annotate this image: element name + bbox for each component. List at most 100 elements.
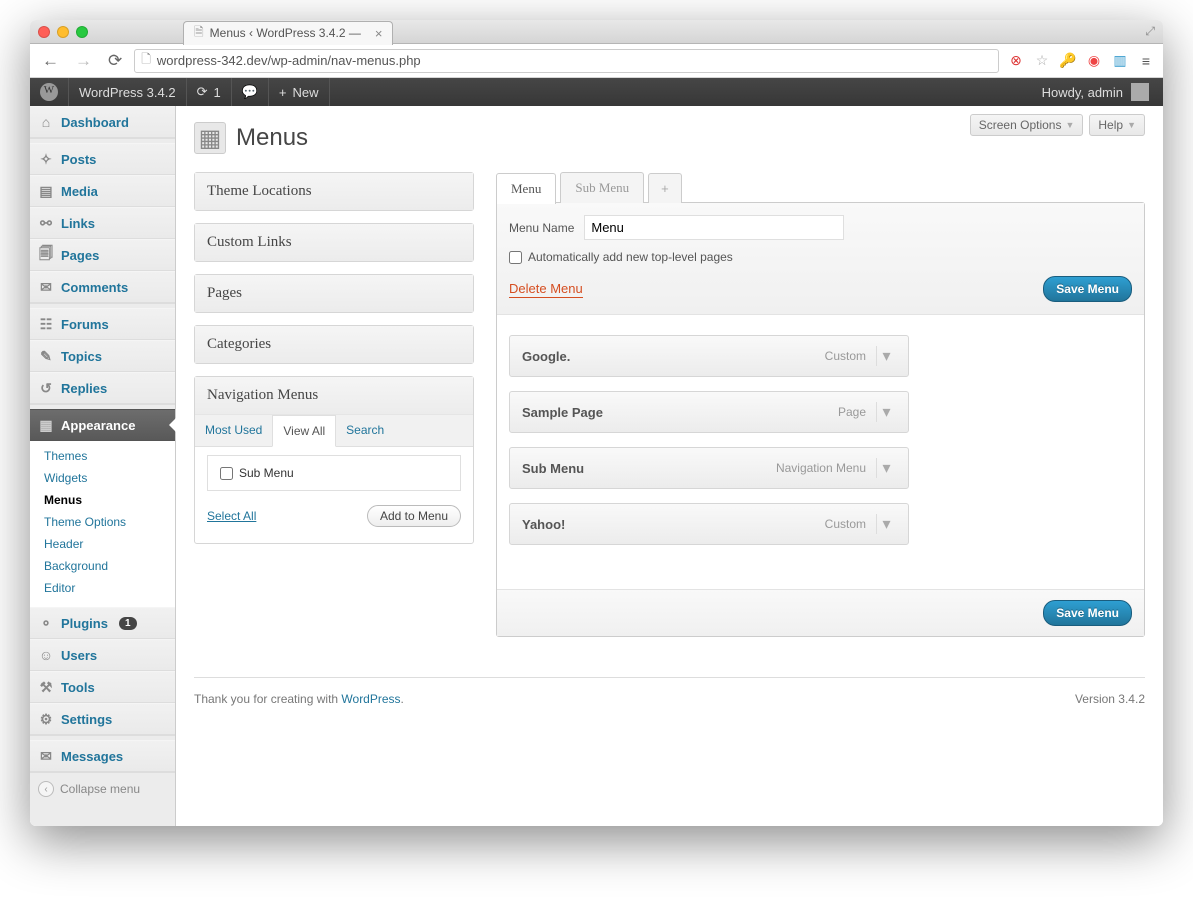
tab-menu[interactable]: Menu [496, 173, 556, 204]
auto-add-checkbox[interactable] [509, 251, 522, 264]
plus-icon: + [279, 85, 287, 100]
ext-icon-3[interactable]: ◉ [1085, 52, 1103, 70]
submenu-background[interactable]: Background [30, 555, 175, 577]
admin-footer: Thank you for creating with WordPress. V… [194, 677, 1145, 724]
sidebar-item-links[interactable]: ⚯Links [30, 207, 175, 239]
gear-icon: ⚙ [38, 711, 54, 727]
chevron-down-icon[interactable]: ▾ [876, 402, 896, 422]
media-icon: ▤ [38, 183, 54, 199]
reload-button[interactable]: ⟳ [104, 51, 126, 71]
appearance-icon: ▦ [38, 417, 54, 433]
metabox-pages[interactable]: Pages [194, 274, 474, 313]
submenu-themes[interactable]: Themes [30, 445, 175, 467]
tab-close-icon[interactable]: × [375, 26, 383, 41]
chevron-down-icon: ▼ [1127, 120, 1136, 130]
submenu-header[interactable]: Header [30, 533, 175, 555]
sidebar-item-forums[interactable]: ☷Forums [30, 308, 175, 340]
users-icon: ☺ [38, 647, 54, 663]
site-name-menu[interactable]: WordPress 3.4.2 [69, 78, 187, 106]
menu-name-input[interactable] [584, 215, 844, 240]
mac-titlebar: 🗎 Menus ‹ WordPress 3.4.2 — × ⤢ [30, 20, 1163, 44]
sidebar-item-users[interactable]: ☺Users [30, 639, 175, 671]
metabox-custom-links[interactable]: Custom Links [194, 223, 474, 262]
zoom-icon[interactable] [76, 26, 88, 38]
comments-menu[interactable]: 💬 [232, 78, 269, 106]
browser-tab[interactable]: 🗎 Menus ‹ WordPress 3.4.2 — × [183, 21, 393, 45]
bookmark-icon[interactable]: ☆ [1033, 52, 1051, 70]
chevron-down-icon[interactable]: ▾ [876, 346, 896, 366]
sidebar-item-tools[interactable]: ⚒Tools [30, 671, 175, 703]
add-to-menu-button[interactable]: Add to Menu [367, 505, 461, 527]
help-button[interactable]: Help▼ [1089, 114, 1145, 136]
nav-item-checkbox[interactable]: Sub Menu [220, 466, 448, 480]
sidebar-item-appearance[interactable]: ▦Appearance [30, 409, 175, 441]
save-menu-button-bottom[interactable]: Save Menu [1043, 600, 1132, 626]
refresh-icon: ⟳ [197, 84, 208, 100]
sidebar-item-dashboard[interactable]: ⌂Dashboard [30, 106, 175, 138]
delete-menu-link[interactable]: Delete Menu [509, 281, 583, 298]
chevron-down-icon[interactable]: ▾ [876, 458, 896, 478]
tab-search[interactable]: Search [336, 415, 394, 446]
close-icon[interactable] [38, 26, 50, 38]
metabox-navigation-menus: Navigation Menus Most Used View All Sear… [194, 376, 474, 544]
collapse-menu[interactable]: ‹Collapse menu [30, 772, 175, 805]
sidebar-item-settings[interactable]: ⚙Settings [30, 703, 175, 735]
minimize-icon[interactable] [57, 26, 69, 38]
new-content-menu[interactable]: +New [269, 78, 330, 106]
auto-add-label: Automatically add new top-level pages [528, 250, 733, 264]
ext-icon-4[interactable]: ▥ [1111, 52, 1129, 70]
wp-adminbar: WordPress 3.4.2 ⟳1 💬 +New Howdy, admin [30, 78, 1163, 106]
sidebar-item-replies[interactable]: ↺Replies [30, 372, 175, 404]
sidebar-item-messages[interactable]: ✉Messages [30, 740, 175, 772]
back-button[interactable]: ← [38, 51, 63, 71]
ext-icon-1[interactable]: ⊗ [1007, 52, 1025, 70]
submenu-editor[interactable]: Editor [30, 577, 175, 599]
metabox-nav-title[interactable]: Navigation Menus [195, 377, 473, 414]
screen-options-button[interactable]: Screen Options▼ [970, 114, 1084, 136]
menu-item-row[interactable]: Sub Menu Navigation Menu ▾ [509, 447, 909, 489]
address-bar[interactable]: 🗋 wordpress-342.dev/wp-admin/nav-menus.p… [134, 49, 999, 73]
wp-logo-menu[interactable] [40, 78, 69, 106]
replies-icon: ↺ [38, 380, 54, 396]
tab-add-menu[interactable]: + [648, 173, 682, 203]
collapse-icon: ‹ [38, 781, 54, 797]
tab-sub-menu[interactable]: Sub Menu [560, 172, 644, 203]
menu-tabs: Menu Sub Menu + [496, 172, 1145, 203]
sidebar-item-pages[interactable]: 🗐Pages [30, 239, 175, 271]
sidebar-item-posts[interactable]: ✧Posts [30, 143, 175, 175]
submenu-theme-options[interactable]: Theme Options [30, 511, 175, 533]
account-menu[interactable]: Howdy, admin [1038, 83, 1153, 101]
wordpress-icon [40, 83, 58, 101]
ext-icon-2[interactable]: 🔑 [1059, 52, 1077, 70]
sidebar-item-media[interactable]: ▤Media [30, 175, 175, 207]
submenu-widgets[interactable]: Widgets [30, 467, 175, 489]
menus-icon: ▦ [194, 122, 226, 154]
link-icon: ⚯ [38, 215, 54, 231]
select-all-link[interactable]: Select All [207, 509, 256, 523]
tab-view-all[interactable]: View All [272, 415, 336, 447]
tab-most-used[interactable]: Most Used [195, 415, 272, 446]
save-menu-button-top[interactable]: Save Menu [1043, 276, 1132, 302]
updates-menu[interactable]: ⟳1 [187, 78, 232, 106]
menu-item-row[interactable]: Google. Custom ▾ [509, 335, 909, 377]
checkbox-submenu[interactable] [220, 467, 233, 480]
menu-item-row[interactable]: Yahoo! Custom ▾ [509, 503, 909, 545]
menu-item-row[interactable]: Sample Page Page ▾ [509, 391, 909, 433]
tools-icon: ⚒ [38, 679, 54, 695]
sidebar-item-plugins[interactable]: ⚬Plugins1 [30, 607, 175, 639]
expand-icon[interactable]: ⤢ [1145, 24, 1155, 39]
wordpress-link[interactable]: WordPress [341, 692, 400, 706]
forward-button[interactable]: → [71, 51, 96, 71]
menu-icon[interactable]: ≡ [1137, 52, 1155, 70]
topics-icon: ✎ [38, 348, 54, 364]
comment-icon: ✉ [38, 279, 54, 295]
sidebar-item-comments[interactable]: ✉Comments [30, 271, 175, 303]
appearance-submenu: Themes Widgets Menus Theme Options Heade… [30, 441, 175, 607]
plugin-icon: ⚬ [38, 615, 54, 631]
metabox-theme-locations[interactable]: Theme Locations [194, 172, 474, 211]
metabox-categories[interactable]: Categories [194, 325, 474, 364]
sidebar-item-topics[interactable]: ✎Topics [30, 340, 175, 372]
page-icon: 🗐 [38, 247, 54, 263]
submenu-menus[interactable]: Menus [30, 489, 175, 511]
chevron-down-icon[interactable]: ▾ [876, 514, 896, 534]
